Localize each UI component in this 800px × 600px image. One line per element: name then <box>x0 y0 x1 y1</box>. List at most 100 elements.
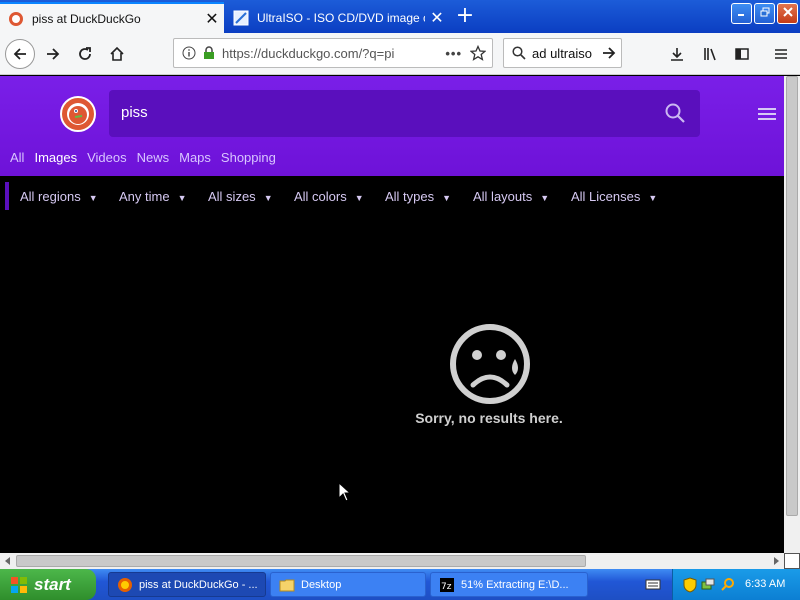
clock: 6:33 AM <box>745 578 786 590</box>
taskbar-item-7zip[interactable]: 7z 51% Extracting E:\D... <box>430 572 588 597</box>
home-button[interactable] <box>102 39 132 69</box>
restore-icon <box>760 7 769 17</box>
arrow-left-icon <box>13 48 26 60</box>
taskbar-item-firefox[interactable]: piss at DuckDuckGo - ... <box>108 572 266 597</box>
ddg-tab-shopping[interactable]: Shopping <box>221 150 276 172</box>
filter-colors[interactable]: All colors ▼ <box>294 189 364 204</box>
caret-down-icon: ▼ <box>442 193 452 203</box>
filter-sizes[interactable]: All sizes ▼ <box>208 189 273 204</box>
search-tray-icon[interactable] <box>721 577 735 591</box>
close-icon <box>782 7 793 17</box>
back-button[interactable] <box>5 39 35 69</box>
mouse-cursor-icon <box>338 482 352 502</box>
filter-types[interactable]: All types ▼ <box>385 189 451 204</box>
ddg-tab-images[interactable]: Images <box>34 150 77 172</box>
sad-face-icon <box>450 324 530 404</box>
caret-down-icon: ▼ <box>540 193 550 203</box>
duckduckgo-icon <box>9 11 23 26</box>
reload-button[interactable] <box>70 39 100 69</box>
ddg-search-tabs: All Images Videos News Maps Shopping <box>0 150 276 172</box>
vertical-scrollbar[interactable] <box>784 76 800 553</box>
bookmark-star-icon[interactable] <box>470 45 486 61</box>
filter-accent-bar <box>5 182 9 210</box>
firefox-icon <box>118 577 132 592</box>
start-label: start <box>34 574 71 594</box>
ddg-tab-maps[interactable]: Maps <box>179 150 211 172</box>
menu-button[interactable] <box>766 39 796 69</box>
taskbar-item-desktop[interactable]: Desktop <box>270 572 426 597</box>
home-icon <box>110 46 124 61</box>
duck-icon <box>67 103 89 125</box>
sidebar-button[interactable] <box>727 39 757 69</box>
close-tab-icon[interactable]: ✕ <box>425 8 449 28</box>
shield-icon[interactable] <box>683 577 697 593</box>
ddg-search-input[interactable]: piss <box>121 104 148 121</box>
scroll-right-icon[interactable] <box>771 556 781 566</box>
ddg-search-box[interactable]: piss <box>109 90 700 137</box>
scrollbar-thumb[interactable] <box>16 555 586 567</box>
caret-down-icon: ▼ <box>354 193 364 203</box>
close-tab-icon[interactable]: ✕ <box>200 9 224 29</box>
ultraiso-icon <box>233 10 249 25</box>
caret-down-icon: ▼ <box>263 193 273 203</box>
arrow-right-icon <box>47 48 60 60</box>
keyboard-icon[interactable] <box>645 577 661 591</box>
url-bar[interactable]: https://duckduckgo.com/?q=pi ••• <box>173 38 493 68</box>
svg-text:7z: 7z <box>441 582 452 592</box>
reload-icon <box>79 47 91 60</box>
network-icon[interactable] <box>701 577 715 593</box>
close-window-button[interactable] <box>777 3 798 24</box>
ddg-menu-icon[interactable] <box>758 108 776 123</box>
downloads-button[interactable] <box>662 39 692 69</box>
taskbar: start piss at DuckDuckGo - ... Desktop 7… <box>0 569 800 600</box>
download-icon <box>671 48 683 61</box>
filter-regions[interactable]: All regions ▼ <box>20 189 98 204</box>
start-button[interactable]: start <box>0 569 96 600</box>
ddg-tab-all[interactable]: All <box>10 150 24 172</box>
minimize-icon <box>737 14 744 16</box>
image-filters: All regions ▼ Any time ▼ All sizes ▼ All co… <box>0 176 784 216</box>
ddg-tab-videos[interactable]: Videos <box>87 150 127 172</box>
windows-logo-icon <box>11 576 27 593</box>
tab-ultraiso[interactable]: UltraISO - ISO CD/DVD image crea ✕ <box>225 2 449 33</box>
filter-layouts[interactable]: All layouts ▼ <box>473 189 549 204</box>
duckduckgo-logo[interactable] <box>60 96 96 132</box>
search-input[interactable]: ad ultraiso <box>532 46 601 61</box>
library-icon <box>704 48 716 61</box>
search-icon[interactable] <box>664 102 686 124</box>
tab-title: UltraISO - ISO CD/DVD image crea <box>257 10 425 25</box>
library-button[interactable] <box>695 39 725 69</box>
navigation-toolbar: https://duckduckgo.com/?q=pi ••• ad ultr… <box>0 33 800 75</box>
horizontal-scrollbar[interactable] <box>0 553 784 569</box>
ddg-header: piss All Images Videos News Maps Shoppin… <box>0 76 784 176</box>
caret-down-icon: ▼ <box>88 193 98 203</box>
new-tab-button[interactable]: + <box>452 4 478 30</box>
caret-down-icon: ▼ <box>648 193 658 203</box>
restore-button[interactable] <box>754 3 775 24</box>
filter-time[interactable]: Any time ▼ <box>119 189 187 204</box>
tab-strip: piss at DuckDuckGo ✕ UltraISO - ISO CD/D… <box>0 0 800 33</box>
ddg-tab-news[interactable]: News <box>137 150 170 172</box>
filter-licenses[interactable]: All Licenses ▼ <box>571 189 657 204</box>
scroll-left-icon[interactable] <box>3 556 13 566</box>
page-actions-icon[interactable]: ••• <box>445 46 462 61</box>
minimize-button[interactable] <box>731 3 752 24</box>
system-tray: 6:33 AM <box>672 569 800 600</box>
go-arrow-icon[interactable] <box>601 45 617 61</box>
lock-icon[interactable] <box>202 46 216 60</box>
no-results-message: Sorry, no results here. <box>415 410 563 426</box>
search-icon <box>512 46 526 60</box>
tab-duckduckgo[interactable]: piss at DuckDuckGo ✕ <box>0 2 224 33</box>
folder-icon <box>279 579 295 591</box>
url-text: https://duckduckgo.com/?q=pi <box>222 45 395 61</box>
scrollbar-thumb[interactable] <box>786 76 798 516</box>
scrollbar-corner <box>784 553 800 569</box>
7zip-icon: 7z <box>440 577 454 592</box>
search-bar[interactable]: ad ultraiso <box>503 38 622 68</box>
hamburger-icon <box>775 49 787 59</box>
info-icon[interactable] <box>182 46 196 60</box>
sidebar-icon <box>735 48 749 60</box>
tab-title: piss at DuckDuckGo <box>32 11 141 26</box>
forward-button[interactable] <box>38 39 68 69</box>
caret-down-icon: ▼ <box>177 193 187 203</box>
